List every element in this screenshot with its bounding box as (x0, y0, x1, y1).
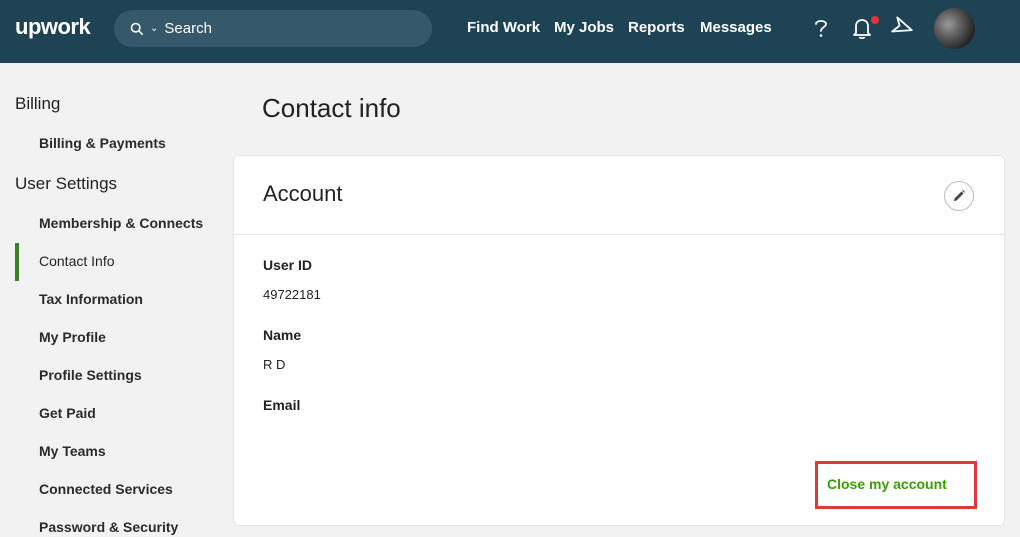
sidebar-item-my-teams[interactable]: My Teams (39, 443, 106, 459)
nav-reports[interactable]: Reports (628, 19, 685, 36)
search-icon (130, 22, 144, 35)
send-icon[interactable] (890, 15, 916, 41)
search-input[interactable] (164, 20, 395, 37)
sidebar-item-tax-information[interactable]: Tax Information (39, 291, 143, 307)
page-title: Contact info (262, 93, 401, 123)
edit-button[interactable] (944, 181, 974, 211)
sidebar-item-profile-settings[interactable]: Profile Settings (39, 367, 142, 383)
chevron-down-icon[interactable]: ⌄ (150, 23, 158, 34)
notification-dot (871, 16, 879, 24)
field-label-user-id: User ID (263, 257, 313, 273)
sidebar-item-password-security[interactable]: Password & Security (39, 519, 178, 535)
sidebar-heading-user-settings: User Settings (15, 174, 118, 193)
sidebar-item-contact-info[interactable]: Contact Info (39, 253, 115, 269)
close-account-link[interactable]: Close my account (827, 476, 947, 492)
account-card: Account User ID 49722181 Name R D Email … (233, 155, 1005, 526)
sidebar-item-billing-payments[interactable]: Billing & Payments (39, 135, 166, 151)
search-bar[interactable]: ⌄ (114, 10, 432, 47)
card-title: Account (263, 181, 343, 206)
active-item-indicator (15, 243, 19, 281)
card-divider (234, 234, 1004, 235)
field-label-email: Email (263, 397, 301, 413)
nav-my-jobs[interactable]: My Jobs (554, 19, 614, 36)
field-value-name: R D (263, 357, 286, 372)
field-value-user-id: 49722181 (263, 287, 321, 302)
sidebar-item-my-profile[interactable]: My Profile (39, 329, 106, 345)
top-nav-bar: upwork ⌄ Find Work My Jobs Reports Messa… (0, 0, 1020, 63)
sidebar-item-get-paid[interactable]: Get Paid (39, 405, 96, 421)
nav-messages[interactable]: Messages (700, 19, 772, 36)
pencil-icon (954, 190, 965, 201)
user-avatar[interactable] (934, 8, 975, 49)
help-icon[interactable] (808, 15, 834, 41)
sidebar-item-connected-services[interactable]: Connected Services (39, 481, 173, 497)
sidebar-heading-billing: Billing (15, 94, 61, 113)
upwork-logo[interactable]: upwork (15, 14, 91, 40)
nav-find-work[interactable]: Find Work (467, 19, 540, 36)
sidebar-item-membership-connects[interactable]: Membership & Connects (39, 215, 203, 231)
field-label-name: Name (263, 327, 302, 343)
